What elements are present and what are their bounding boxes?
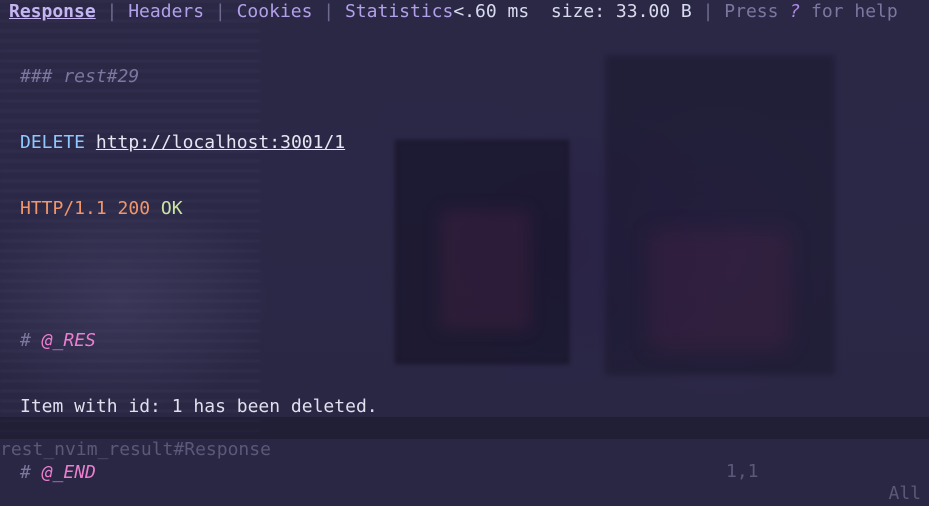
res-hash: #: [20, 330, 31, 351]
request-line: DELETE http://localhost:3001/1: [20, 132, 378, 154]
help-key[interactable]: ?: [789, 1, 800, 22]
response-body-line: Item with id: 1 has been deleted.: [20, 396, 378, 418]
end-marker: @_END: [41, 462, 96, 483]
tab-headers[interactable]: Headers: [128, 1, 204, 22]
response-size: size: 33.00 B: [550, 1, 692, 22]
tab-separator: |: [312, 1, 345, 22]
buffer-filename: rest_nvim_result#Response: [0, 439, 271, 460]
request-heading-line: ### rest#29: [20, 66, 378, 88]
help-prefix: Press: [724, 1, 790, 22]
end-marker-line: # @_END: [20, 462, 378, 484]
tab-response[interactable]: Response: [9, 1, 96, 22]
help-suffix: for help: [800, 1, 898, 22]
response-winbar: Response | Headers | Cookies | Statistic…: [9, 1, 898, 22]
background-glow-center: [440, 210, 530, 330]
statusline: rest_nvim_result#Response 1,1 All: [0, 417, 929, 504]
tab-cookies[interactable]: Cookies: [237, 1, 313, 22]
background-glow-right: [650, 230, 790, 350]
http-method: DELETE: [20, 132, 86, 153]
tab-separator: |: [95, 1, 129, 22]
request-heading: ### rest#29: [20, 66, 140, 87]
scroll-indicator: All: [888, 483, 921, 504]
tab-separator: |: [204, 1, 237, 22]
res-marker: @_RES: [41, 330, 96, 351]
http-protocol-status: HTTP/1.1 200: [20, 198, 151, 219]
res-marker-line: # @_RES: [20, 330, 378, 352]
status-text: OK: [160, 198, 183, 219]
request-url-link[interactable]: http://localhost:3001/1: [96, 132, 345, 153]
cursor-position: 1,1: [726, 461, 759, 482]
response-body: Item with id: 1 has been deleted.: [20, 396, 378, 417]
status-line: HTTP/1.1 200 OK: [20, 198, 378, 220]
tab-statistics[interactable]: Statistics: [345, 1, 453, 22]
request-timing: <.60 ms: [453, 1, 530, 22]
